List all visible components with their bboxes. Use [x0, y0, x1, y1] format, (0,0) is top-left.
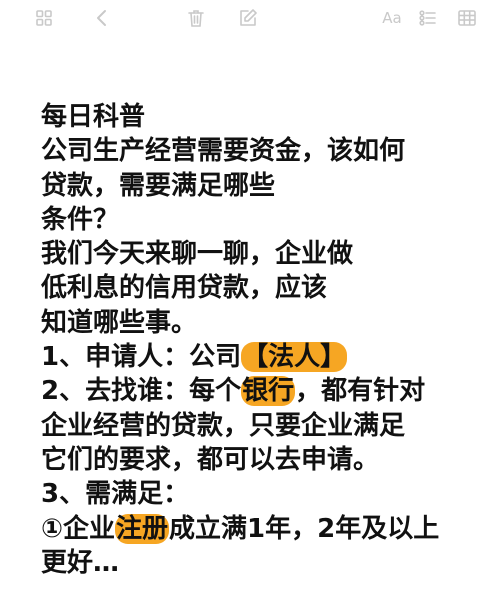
note-text: 贷款，需要满足哪些	[41, 170, 276, 201]
compose-button[interactable]	[236, 6, 260, 30]
note-line: 它们的要求，都可以去申请。	[41, 443, 491, 477]
format-label: Aa	[382, 9, 402, 27]
note-line: ①企业注册成立满1年，2年及以上	[41, 512, 491, 546]
highlighted-text: 银行	[241, 376, 296, 407]
highlighted-text: 【法人】	[241, 342, 348, 373]
gallery-view-button[interactable]	[32, 6, 56, 30]
note-line: 贷款，需要满足哪些	[41, 169, 491, 203]
note-text: 低利息的信用贷款，应该	[41, 273, 328, 304]
note-text: 它们的要求，都可以去申请。	[41, 444, 380, 475]
note-line: 企业经营的贷款，只要企业满足	[41, 409, 491, 443]
chevron-left-icon	[97, 10, 106, 26]
note-line: 公司生产经营需要资金，该如何	[41, 134, 491, 168]
delete-button[interactable]	[184, 6, 208, 30]
note-line: 知道哪些事。	[41, 306, 491, 340]
table-icon	[458, 10, 476, 26]
table-button[interactable]	[455, 6, 479, 30]
note-toolbar: Aa	[0, 0, 500, 36]
trash-icon	[188, 10, 204, 27]
note-text: 1、申请人：公司	[41, 342, 242, 373]
note-text: 公司生产经营需要资金，该如何	[41, 136, 406, 167]
note-line: 我们今天来聊一聊，企业做	[41, 237, 491, 271]
note-line: 低利息的信用贷款，应该	[41, 271, 491, 305]
note-text: ①企业	[41, 513, 116, 544]
note-text: 2、去找谁：每个	[41, 376, 242, 407]
note-text: 3、需满足：	[41, 479, 190, 510]
highlighted-text: 注册	[115, 513, 170, 544]
note-text: 企业经营的贷款，只要企业满足	[41, 410, 406, 441]
note-text: 知道哪些事。	[41, 307, 198, 338]
note-text: 更好…	[41, 547, 120, 578]
note-body[interactable]: 每日科普公司生产经营需要资金，该如何 贷款，需要满足哪些 条件？ 我们今天来聊一聊，企…	[41, 100, 491, 580]
checklist-button[interactable]	[416, 6, 440, 30]
note-line: 2、去找谁：每个银行，都有针对	[41, 374, 491, 408]
note-text: 我们今天来聊一聊，企业做	[41, 239, 354, 270]
note-line: 3、需满足：	[41, 477, 491, 511]
note-line: 更好…	[41, 546, 491, 580]
note-line: 1、申请人：公司【法人】	[41, 340, 491, 374]
note-line: 条件？	[41, 203, 491, 237]
grid-icon	[36, 10, 52, 26]
note-text: 条件？	[41, 204, 120, 235]
format-button[interactable]: Aa	[378, 6, 406, 30]
back-button[interactable]	[90, 6, 114, 30]
checklist-icon	[419, 10, 436, 26]
note-text: 每日科普	[41, 102, 146, 132]
compose-icon	[240, 9, 257, 26]
note-text: 成立满1年，2年及以上	[169, 513, 440, 544]
note-line: 每日科普	[41, 100, 491, 134]
note-text: ，都有针对	[295, 376, 426, 407]
